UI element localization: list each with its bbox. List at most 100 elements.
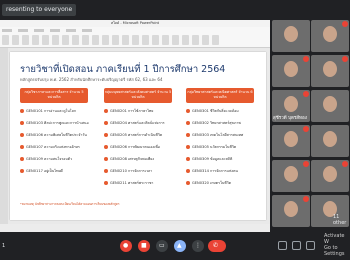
ribbon-button[interactable]	[152, 35, 159, 45]
muted-mic-icon	[303, 126, 309, 132]
slide-thumbnail-pane[interactable]	[0, 48, 8, 232]
slide-subtitle: หลักสูตรปรับปรุง พ.ศ. 2562 สำหรับนักศึกษ…	[20, 77, 163, 82]
participant-tile[interactable]	[272, 20, 310, 52]
ribbon-tab[interactable]	[2, 29, 12, 32]
course-item: GEN0107 ความจริงแห่งทางอักษร	[20, 144, 80, 150]
ribbon-button[interactable]	[12, 35, 19, 45]
mic-button[interactable]: ●	[120, 240, 132, 252]
ribbon-button[interactable]	[162, 35, 169, 45]
ribbon-button[interactable]	[2, 35, 9, 45]
course-item: GEN0302 วิทยาศาสตร์สุขภาพ	[186, 120, 241, 126]
ribbon-tab[interactable]	[66, 29, 76, 32]
slide-title: รายวิชาที่เปิดสอน ภาคเรียนที่ 1 ปีการศึก…	[20, 64, 226, 75]
ribbon-button[interactable]	[172, 35, 179, 45]
muted-mic-icon	[342, 56, 348, 62]
ribbon-button[interactable]	[62, 35, 69, 45]
bullet-icon	[20, 121, 24, 125]
course-label: GEN0211 ศาสตร์พระราชา	[110, 181, 154, 185]
other-participants-count: 11 other	[333, 214, 347, 226]
activate-windows-watermark: Activate W Go to Settings	[324, 233, 350, 257]
course-item: GEN0305 นวัตกรรมในชีวิต	[186, 144, 236, 150]
ribbon-button[interactable]	[142, 35, 149, 45]
course-label: GEN0103 ศิลปะการพูดและการนำเสนอ	[26, 121, 89, 125]
shared-screen: สไลด์ - Microsoft PowerPoint รายวิชาที่เ…	[0, 20, 270, 232]
participant-tile[interactable]	[311, 125, 349, 157]
people-button[interactable]	[292, 241, 301, 250]
participant-video	[284, 26, 298, 42]
captions-icon: ▭	[159, 242, 165, 249]
bullet-icon	[104, 169, 108, 173]
muted-mic-icon	[303, 196, 309, 202]
bullet-icon	[20, 109, 24, 113]
course-label: GEN0106 ความพิเศษในชีวิตประจำวัน	[26, 133, 87, 137]
course-label: GEN0205 ศาสตร์การดำเนินชีวิต	[110, 133, 163, 137]
course-item: GEN0103 ศิลปะการพูดและการนำเสนอ	[20, 120, 89, 126]
ribbon-button[interactable]	[182, 35, 189, 45]
participant-tile[interactable]	[311, 90, 349, 122]
participant-video	[323, 26, 337, 42]
activate-line-1: Activate W	[324, 233, 345, 245]
ribbon-button[interactable]	[32, 35, 39, 45]
course-label: GEN0314 การจัดการแห่งตน	[192, 169, 238, 173]
course-item: GEN0204 ศาสตร์และศิลป์แห่งการ	[104, 120, 165, 126]
column-header: กลุ่มวิชาภาษาและการสื่อสาร จำนวน 5 หน่วย…	[20, 88, 88, 103]
bullet-icon	[20, 133, 24, 137]
course-item: GEN0201 การใช้ภาษาไทย	[104, 108, 153, 114]
participant-tile[interactable]: สุชีรวดี บุตรสีทอง	[272, 90, 310, 122]
ribbon-tab[interactable]	[18, 29, 28, 32]
ribbon-tab[interactable]	[34, 29, 44, 32]
course-label: GEN0206 การพัฒนาตนเองเพื่อ	[110, 145, 160, 149]
presenting-chip[interactable]: resenting to everyone	[2, 4, 77, 16]
ribbon-button[interactable]	[212, 35, 219, 45]
more-icon: ⋮	[195, 242, 201, 249]
participant-video	[284, 131, 298, 147]
course-item: GEN0101 การอ่านและดูในโลก	[20, 108, 76, 114]
course-label: GEN0210 การจัดการเวลา	[110, 169, 153, 173]
slide-note: *หมายเหตุ นักศึกษาสามารถลงทะเบียนเรียนได…	[20, 202, 120, 206]
course-item: GEN0106 ความพิเศษในชีวิตประจำวัน	[20, 132, 87, 138]
camera-button[interactable]: ■	[138, 240, 150, 252]
ribbon-button[interactable]	[132, 35, 139, 45]
course-label: GEN0303 เทคโนโลยีสารสนเทศ	[192, 133, 244, 137]
ribbon-tab[interactable]	[82, 29, 92, 32]
participant-tile[interactable]	[311, 55, 349, 87]
captions-button[interactable]: ▭	[156, 240, 168, 252]
present-button[interactable]: ▲	[174, 240, 186, 252]
chat-button[interactable]	[306, 241, 315, 250]
info-button[interactable]	[278, 241, 287, 250]
more-options-button[interactable]: ⋮	[192, 240, 204, 252]
course-item: GEN0210 การจัดการเวลา	[104, 168, 152, 174]
muted-mic-icon	[303, 56, 309, 62]
column-header: กลุ่มวิทยาศาสตร์และคณิตศาสตร์ จำนวน 6 หน…	[186, 88, 254, 103]
ribbon-button[interactable]	[82, 35, 89, 45]
participant-tile[interactable]	[272, 195, 310, 227]
meeting-time: 1	[2, 243, 6, 249]
participant-tile[interactable]	[272, 125, 310, 157]
ribbon-button[interactable]	[122, 35, 129, 45]
bullet-icon	[104, 133, 108, 137]
participant-tile[interactable]	[272, 160, 310, 192]
participant-video	[323, 61, 337, 77]
course-label: GEN0320 เกษตรในชีวิต	[192, 181, 232, 185]
ribbon-button[interactable]	[92, 35, 99, 45]
ribbon-button[interactable]	[42, 35, 49, 45]
ribbon-tab[interactable]	[50, 29, 60, 32]
ribbon-button[interactable]	[72, 35, 79, 45]
muted-mic-icon	[303, 91, 309, 97]
participant-tile[interactable]	[311, 160, 349, 192]
end-call-button[interactable]: ✆	[208, 240, 226, 252]
ribbon-button[interactable]	[202, 35, 209, 45]
ribbon-button[interactable]	[112, 35, 119, 45]
column-header: กลุ่มมนุษยศาสตร์และสังคมศาสตร์ จำนวน 5 ห…	[104, 88, 172, 103]
ribbon-button[interactable]	[52, 35, 59, 45]
course-item: GEN0109 ความสนใจรอบตัว	[20, 156, 72, 162]
ribbon-button[interactable]	[192, 35, 199, 45]
top-bar: resenting to everyone	[0, 0, 350, 20]
slide: รายวิชาที่เปิดสอน ภาคเรียนที่ 1 ปีการศึก…	[10, 52, 266, 220]
ribbon-button[interactable]	[102, 35, 109, 45]
ppt-window-title: สไลด์ - Microsoft PowerPoint	[0, 20, 270, 27]
participant-tile[interactable]	[311, 20, 349, 52]
ribbon-button[interactable]	[22, 35, 29, 45]
course-item: GEN0309 ข้อมูลและสถิติ	[186, 156, 232, 162]
participant-tile[interactable]	[272, 55, 310, 87]
